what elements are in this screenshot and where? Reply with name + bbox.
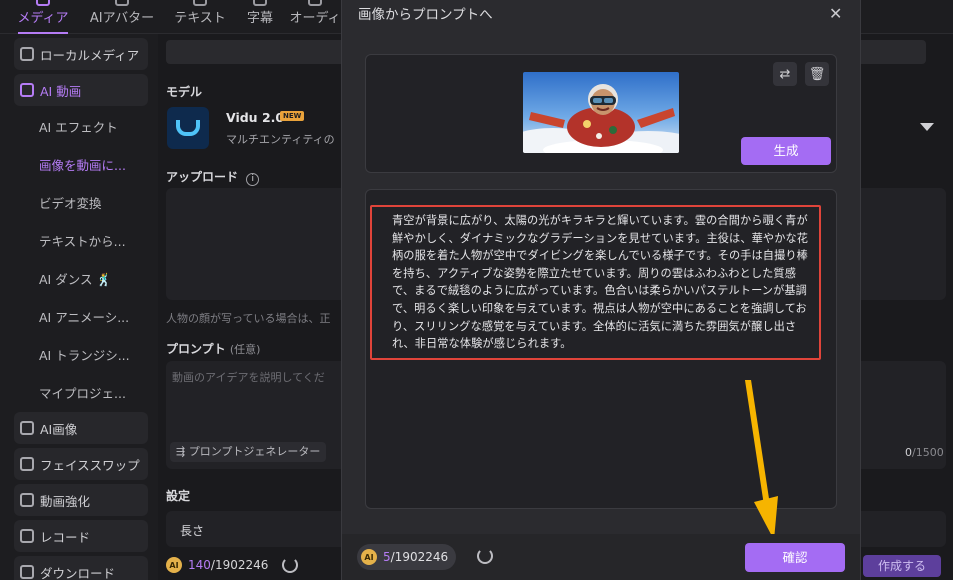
generated-prompt-text[interactable]: 青空が背景に広がり、太陽の光がキラキラと輝いています。雲の合間から覗く青が鮮やか… [392,212,815,353]
sidebar: ローカルメディア AI 動画 AI エフェクト 画像を動画に... ビデオ変換 … [0,34,158,580]
credit-coin-icon: AI [166,557,182,573]
upload-label: アップロード i [166,168,260,186]
media-icon [36,0,50,6]
tab-media[interactable]: メディア [10,0,76,34]
text-icon [193,0,207,6]
prompt-generator-button[interactable]: ⇶ プロンプトジェネレーター [170,442,327,462]
face-swap-icon [20,457,34,471]
sidebar-item-ai-video[interactable]: AI 動画 [14,74,148,106]
prompt-placeholder: 動画のアイデアを説明してくだ [172,371,325,384]
create-button[interactable]: 作成する [863,555,941,577]
close-icon[interactable]: ✕ [829,4,842,23]
panel-credits: AI 140/1902246 [166,553,299,577]
uploaded-image-thumbnail [523,72,679,153]
upload-hint: 人物の顔が写っている場合は、正 [166,312,331,325]
annotation-arrow-icon [745,380,778,540]
dialog-credits: AI 5/1902246 [357,544,457,570]
model-description: マルチエンティティの [226,133,335,146]
prompt-generator-icon: ⇶ [176,445,186,458]
length-label: 長さ [180,524,205,538]
sidebar-item-image-to-video[interactable]: 画像を動画に... [14,148,148,180]
generate-button[interactable]: 生成 [741,137,831,165]
swap-icon[interactable]: ⇄ [773,62,797,86]
sidebar-item-download[interactable]: ダウンロード [14,556,148,580]
new-badge: NEW [280,111,305,121]
prompt-char-counter: 0/1500 [905,446,944,459]
credit-coin-icon: AI [361,549,377,565]
model-label: モデル [166,85,203,99]
sidebar-item-enhance[interactable]: 動画強化 [14,484,148,516]
record-icon [20,529,34,543]
refresh-icon[interactable] [477,548,493,564]
sidebar-item-ai-transition[interactable]: AI トランジシ... [14,338,148,370]
sidebar-item-local-media[interactable]: ローカルメディア [14,38,148,70]
info-icon[interactable]: i [246,173,260,186]
tab-ai-avatar[interactable]: AIアバター [84,0,160,34]
sidebar-item-my-projects[interactable]: マイプロジェ... [14,376,148,408]
subtitles-icon [253,0,267,6]
app-window: メディア AIアバター テキスト 字幕 オーディ ローカルメディア AI 動画 … [0,0,953,580]
dialog-title: 画像からプロンプトへ [358,7,493,23]
sidebar-item-video-convert[interactable]: ビデオ変換 [14,186,148,218]
model-name: Vidu 2.0 [226,110,285,125]
folder-icon [20,47,34,61]
refresh-icon[interactable] [282,557,299,573]
sidebar-item-ai-animation[interactable]: AI アニメーシ... [14,300,148,332]
enhance-icon [20,493,34,507]
sidebar-item-record[interactable]: レコード [14,520,148,552]
audio-icon [308,0,322,6]
sidebar-item-ai-effect[interactable]: AI エフェクト [14,110,148,142]
ai-image-icon [20,421,34,435]
settings-label: 設定 [166,489,191,503]
sidebar-item-text-to-video[interactable]: テキストから... [14,224,148,256]
vidu-logo-icon [167,107,209,149]
delete-icon[interactable]: 🗑 [805,62,829,86]
prompt-label: プロンプト (任意) [166,342,261,356]
sidebar-item-ai-image[interactable]: AI画像 [14,412,148,444]
tab-audio[interactable]: オーディ [288,0,342,34]
confirm-button[interactable]: 確認 [745,543,845,572]
sidebar-item-face-swap[interactable]: フェイススワップ [14,448,148,480]
model-dropdown-chevron-icon[interactable] [920,123,934,131]
download-icon [20,565,34,579]
tab-subtitles[interactable]: 字幕 [240,0,280,34]
tab-text[interactable]: テキスト [168,0,232,34]
sidebar-item-ai-dance[interactable]: AI ダンス 🕺 [14,262,148,294]
avatar-icon [115,0,129,6]
ai-video-icon [20,83,34,97]
